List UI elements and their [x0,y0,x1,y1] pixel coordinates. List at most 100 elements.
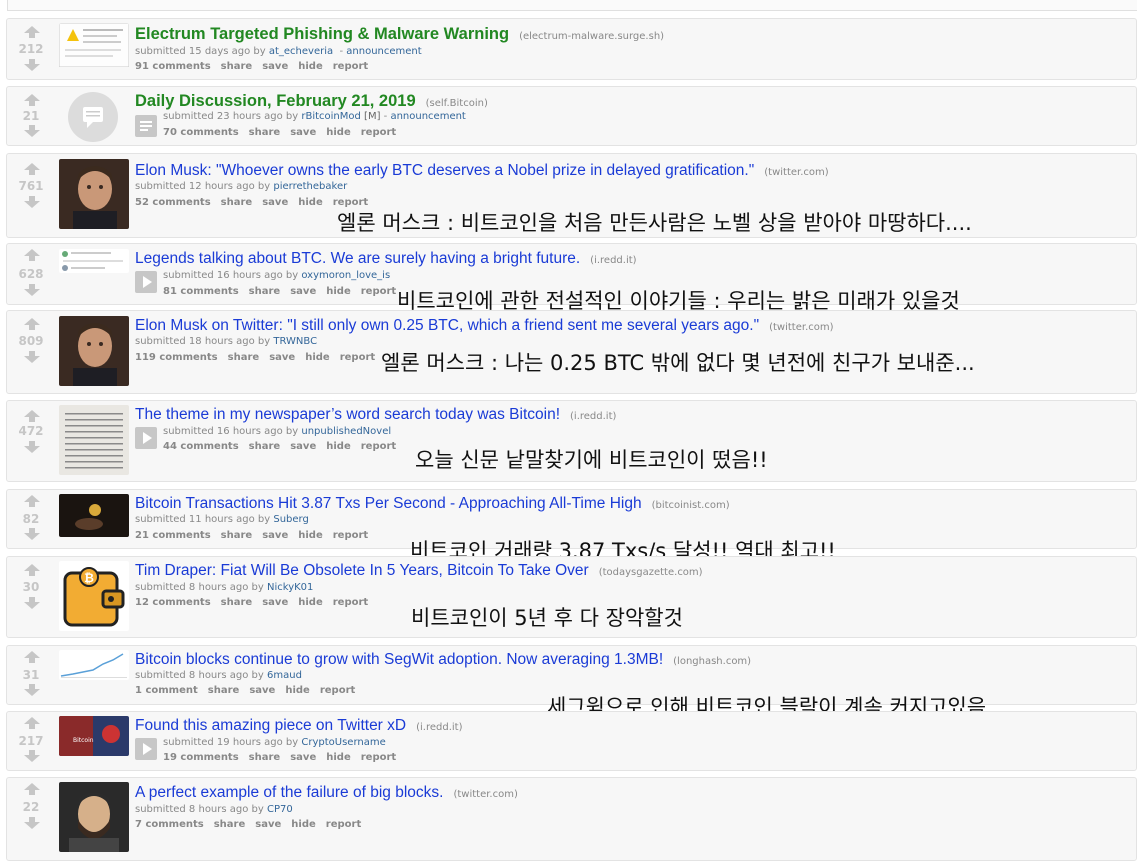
comments-link[interactable]: 119 comments [135,352,218,363]
author-link[interactable]: at_echeveria [269,46,333,57]
hide-link[interactable]: hide [326,286,351,297]
downvote-arrow-icon[interactable] [23,597,41,609]
post-domain[interactable]: (i.redd.it) [590,255,636,266]
post-domain[interactable]: (twitter.com) [764,167,828,178]
play-expando-icon[interactable] [135,738,157,760]
post-domain[interactable]: (electrum-malware.surge.sh) [519,31,664,42]
upvote-arrow-icon[interactable] [23,410,41,422]
author-link[interactable]: CP70 [267,804,293,815]
report-link[interactable]: report [320,685,355,696]
thumbnail[interactable]: Bitcoin [59,716,129,756]
downvote-arrow-icon[interactable] [23,196,41,208]
comments-link[interactable]: 44 comments [163,441,239,452]
share-link[interactable]: share [214,819,246,830]
share-link[interactable]: share [249,127,281,138]
share-link[interactable]: share [249,441,281,452]
post-domain[interactable]: (bitcoinist.com) [652,500,730,511]
hide-link[interactable]: hide [298,597,323,608]
comments-link[interactable]: 91 comments [135,61,211,72]
hide-link[interactable]: hide [291,819,316,830]
share-link[interactable]: share [221,597,253,608]
thumbnail[interactable] [59,650,129,680]
report-link[interactable]: report [333,61,368,72]
hide-link[interactable]: hide [298,530,323,541]
post-domain[interactable]: (longhash.com) [673,656,751,667]
thumbnail[interactable] [59,316,129,386]
downvote-arrow-icon[interactable] [23,59,41,71]
author-link[interactable]: unpublishedNovel [301,426,391,437]
comments-link[interactable]: 70 comments [163,127,239,138]
hide-link[interactable]: hide [285,685,310,696]
downvote-arrow-icon[interactable] [23,125,41,137]
share-link[interactable]: share [221,197,253,208]
play-expando-icon[interactable] [135,427,157,449]
report-link[interactable]: report [340,352,375,363]
author-link[interactable]: rBitcoinMod [301,111,361,122]
upvote-arrow-icon[interactable] [23,94,41,106]
save-link[interactable]: save [262,197,288,208]
report-link[interactable]: report [361,286,396,297]
author-link[interactable]: oxymoron_love_is [301,270,390,281]
upvote-arrow-icon[interactable] [23,26,41,38]
post-domain[interactable]: (twitter.com) [769,322,833,333]
save-link[interactable]: save [262,597,288,608]
author-link[interactable]: NickyK01 [267,582,313,593]
thumbnail[interactable] [59,249,129,273]
post-domain[interactable]: (i.redd.it) [416,722,462,733]
author-link[interactable]: pierrethebaker [273,181,347,192]
upvote-arrow-icon[interactable] [23,651,41,663]
post-title[interactable]: Daily Discussion, February 21, 2019 (self… [135,92,488,111]
upvote-arrow-icon[interactable] [23,249,41,261]
post-title[interactable]: Bitcoin Transactions Hit 3.87 Txs Per Se… [135,495,730,513]
comments-link[interactable]: 12 comments [135,597,211,608]
save-link[interactable]: save [290,286,316,297]
comments-link[interactable]: 52 comments [135,197,211,208]
save-link[interactable]: save [262,530,288,541]
downvote-arrow-icon[interactable] [23,817,41,829]
post-title[interactable]: Found this amazing piece on Twitter xD (i… [135,717,463,735]
downvote-arrow-icon[interactable] [23,284,41,296]
thumbnail[interactable] [59,405,129,475]
author-link[interactable]: TRWNBC [273,336,317,347]
downvote-arrow-icon[interactable] [23,750,41,762]
upvote-arrow-icon[interactable] [23,495,41,507]
save-link[interactable]: save [249,685,275,696]
save-link[interactable]: save [290,752,316,763]
post-title[interactable]: Tim Draper: Fiat Will Be Obsolete In 5 Y… [135,562,703,580]
post-title[interactable]: A perfect example of the failure of big … [135,784,518,802]
comments-link[interactable]: 19 comments [163,752,239,763]
hide-link[interactable]: hide [305,352,330,363]
post-title[interactable]: The theme in my newspaper’s word search … [135,406,616,424]
hide-link[interactable]: hide [326,441,351,452]
share-link[interactable]: share [249,286,281,297]
share-link[interactable]: share [228,352,260,363]
save-link[interactable]: save [255,819,281,830]
downvote-arrow-icon[interactable] [23,441,41,453]
self-post-icon[interactable] [67,91,119,143]
thumbnail[interactable] [59,782,129,852]
save-link[interactable]: save [290,127,316,138]
share-link[interactable]: share [249,752,281,763]
hide-link[interactable]: hide [326,752,351,763]
comments-link[interactable]: 7 comments [135,819,204,830]
post-domain[interactable]: (twitter.com) [453,789,517,800]
thumbnail[interactable] [59,494,129,537]
share-link[interactable]: share [221,61,253,72]
save-link[interactable]: save [262,61,288,72]
upvote-arrow-icon[interactable] [23,564,41,576]
thumbnail[interactable] [59,23,129,93]
play-expando-icon[interactable] [135,271,157,293]
comments-link[interactable]: 21 comments [135,530,211,541]
share-link[interactable]: share [221,530,253,541]
text-expando-icon[interactable] [135,115,157,137]
post-domain[interactable]: (self.Bitcoin) [426,98,488,109]
thumbnail[interactable] [59,159,129,229]
upvote-arrow-icon[interactable] [23,717,41,729]
upvote-arrow-icon[interactable] [23,163,41,175]
report-link[interactable]: report [361,127,396,138]
save-link[interactable]: save [290,441,316,452]
post-title[interactable]: Legends talking about BTC. We are surely… [135,250,637,268]
report-link[interactable]: report [361,441,396,452]
post-domain[interactable]: (i.redd.it) [570,411,616,422]
report-link[interactable]: report [326,819,361,830]
